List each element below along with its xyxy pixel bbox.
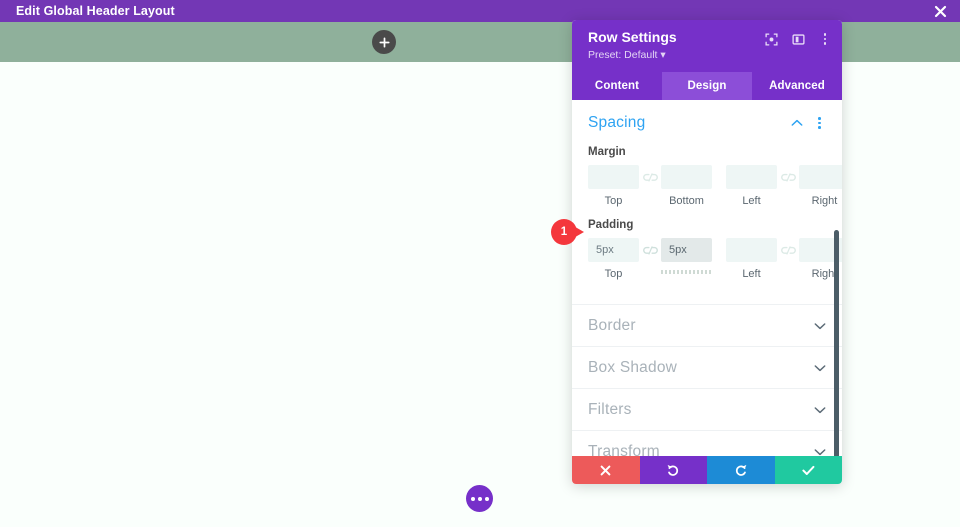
save-button[interactable] (774, 456, 842, 484)
section-spacing: Spacing Margin Top Bottom Left Right Pad… (572, 100, 842, 304)
padding-field-group: 5px Top 5px Left Right (588, 238, 842, 280)
section-box-shadow[interactable]: Box Shadow (572, 347, 842, 388)
tab-advanced[interactable]: Advanced (752, 72, 842, 100)
margin-horizontal-group: Left Right (726, 165, 842, 207)
filters-section-title: Filters (588, 400, 632, 418)
panel-header-tools (764, 32, 832, 46)
undo-button[interactable] (639, 456, 707, 484)
margin-top-label: Top (604, 195, 623, 207)
padding-bottom-input[interactable]: 5px (661, 238, 712, 262)
chevron-down-icon (814, 448, 826, 455)
padding-top-input[interactable]: 5px (588, 238, 639, 262)
row-settings-panel: Row Settings Preset: Default ▾ Content D… (572, 20, 842, 484)
section-transform[interactable]: Transform (572, 431, 842, 456)
editor-top-bar: Edit Global Header Layout (0, 0, 960, 22)
border-section-title: Border (588, 316, 636, 334)
panel-layout-icon (791, 33, 805, 45)
margin-field-group: Top Bottom Left Right (588, 165, 842, 207)
padding-top-label: Top (604, 268, 623, 280)
margin-horizontal-link-button[interactable] (777, 165, 799, 189)
spacing-section-header[interactable]: Spacing (588, 114, 826, 132)
panel-more-options-button[interactable] (818, 32, 832, 46)
close-editor-button[interactable] (920, 0, 960, 22)
padding-left-cell: Left (726, 238, 777, 280)
section-border[interactable]: Border (572, 305, 842, 346)
check-icon (802, 465, 815, 475)
padding-left-label: Left (742, 268, 761, 280)
padding-bottom-cell: 5px (661, 238, 712, 274)
ellipsis-horizontal-icon (477, 496, 482, 501)
chevron-down-icon (814, 322, 826, 329)
step-badge-1: 1 (551, 219, 589, 245)
panel-scrollbar[interactable] (834, 230, 839, 456)
padding-top-cell: 5px Top (588, 238, 639, 280)
margin-bottom-input[interactable] (661, 165, 712, 189)
transform-section-title: Transform (588, 442, 660, 457)
padding-left-input[interactable] (726, 238, 777, 262)
margin-vertical-group: Top Bottom (588, 165, 712, 207)
page-title: Edit Global Header Layout (16, 3, 175, 18)
redo-button[interactable] (707, 456, 775, 484)
margin-label: Margin (588, 146, 626, 158)
panel-header: Row Settings Preset: Default ▾ (572, 20, 842, 72)
box-shadow-section-title: Box Shadow (588, 358, 678, 376)
ellipsis-horizontal-icon (470, 496, 475, 501)
margin-vertical-link-button[interactable] (639, 165, 661, 189)
margin-left-cell: Left (726, 165, 777, 207)
badge-number: 1 (551, 219, 577, 245)
target-focus-icon (764, 32, 778, 46)
panel-layout-button[interactable] (791, 32, 805, 46)
panel-tabs: Content Design Advanced (572, 72, 842, 100)
margin-top-cell: Top (588, 165, 639, 207)
more-options-icon (818, 117, 821, 129)
spacing-section-title: Spacing (588, 114, 646, 131)
preset-selector[interactable]: Preset: Default ▾ (588, 48, 828, 62)
padding-label: Padding (588, 219, 634, 231)
margin-top-input[interactable] (588, 165, 639, 189)
tab-design[interactable]: Design (662, 72, 752, 100)
plus-icon (378, 36, 390, 48)
chevron-up-icon (791, 119, 802, 126)
close-icon (934, 5, 946, 17)
margin-bottom-cell: Bottom (661, 165, 712, 207)
redo-icon (735, 464, 747, 476)
margin-bottom-label: Bottom (669, 195, 704, 207)
spacing-collapse-button[interactable] (790, 117, 803, 130)
padding-vertical-group: 5px Top 5px (588, 238, 712, 280)
ellipsis-horizontal-icon (484, 496, 489, 501)
panel-body: Spacing Margin Top Bottom Left Right Pad… (572, 100, 842, 456)
close-icon (600, 465, 611, 475)
chevron-down-icon (814, 364, 826, 371)
padding-bottom-drag-handle[interactable] (661, 270, 712, 274)
spacing-section-tools (790, 117, 826, 130)
undo-icon (667, 464, 679, 476)
section-filters[interactable]: Filters (572, 389, 842, 430)
add-row-button[interactable] (372, 30, 396, 54)
target-focus-button[interactable] (764, 32, 778, 46)
unlink-icon (642, 172, 658, 182)
tab-content[interactable]: Content (572, 72, 662, 100)
more-options-icon (823, 33, 827, 45)
spacing-options-button[interactable] (813, 117, 826, 130)
cancel-button[interactable] (572, 456, 640, 484)
chevron-down-icon (814, 406, 826, 413)
padding-horizontal-link-button[interactable] (777, 238, 799, 262)
unlink-icon (780, 245, 796, 255)
padding-vertical-link-button[interactable] (639, 238, 661, 262)
margin-left-input[interactable] (726, 165, 777, 189)
page-settings-button[interactable] (466, 485, 493, 512)
unlink-icon (780, 172, 796, 182)
panel-footer (572, 456, 842, 484)
padding-horizontal-group: Left Right (726, 238, 842, 280)
unlink-icon (642, 245, 658, 255)
margin-left-label: Left (742, 195, 761, 207)
app-root: Edit Global Header Layout Row Settings P… (0, 0, 960, 527)
